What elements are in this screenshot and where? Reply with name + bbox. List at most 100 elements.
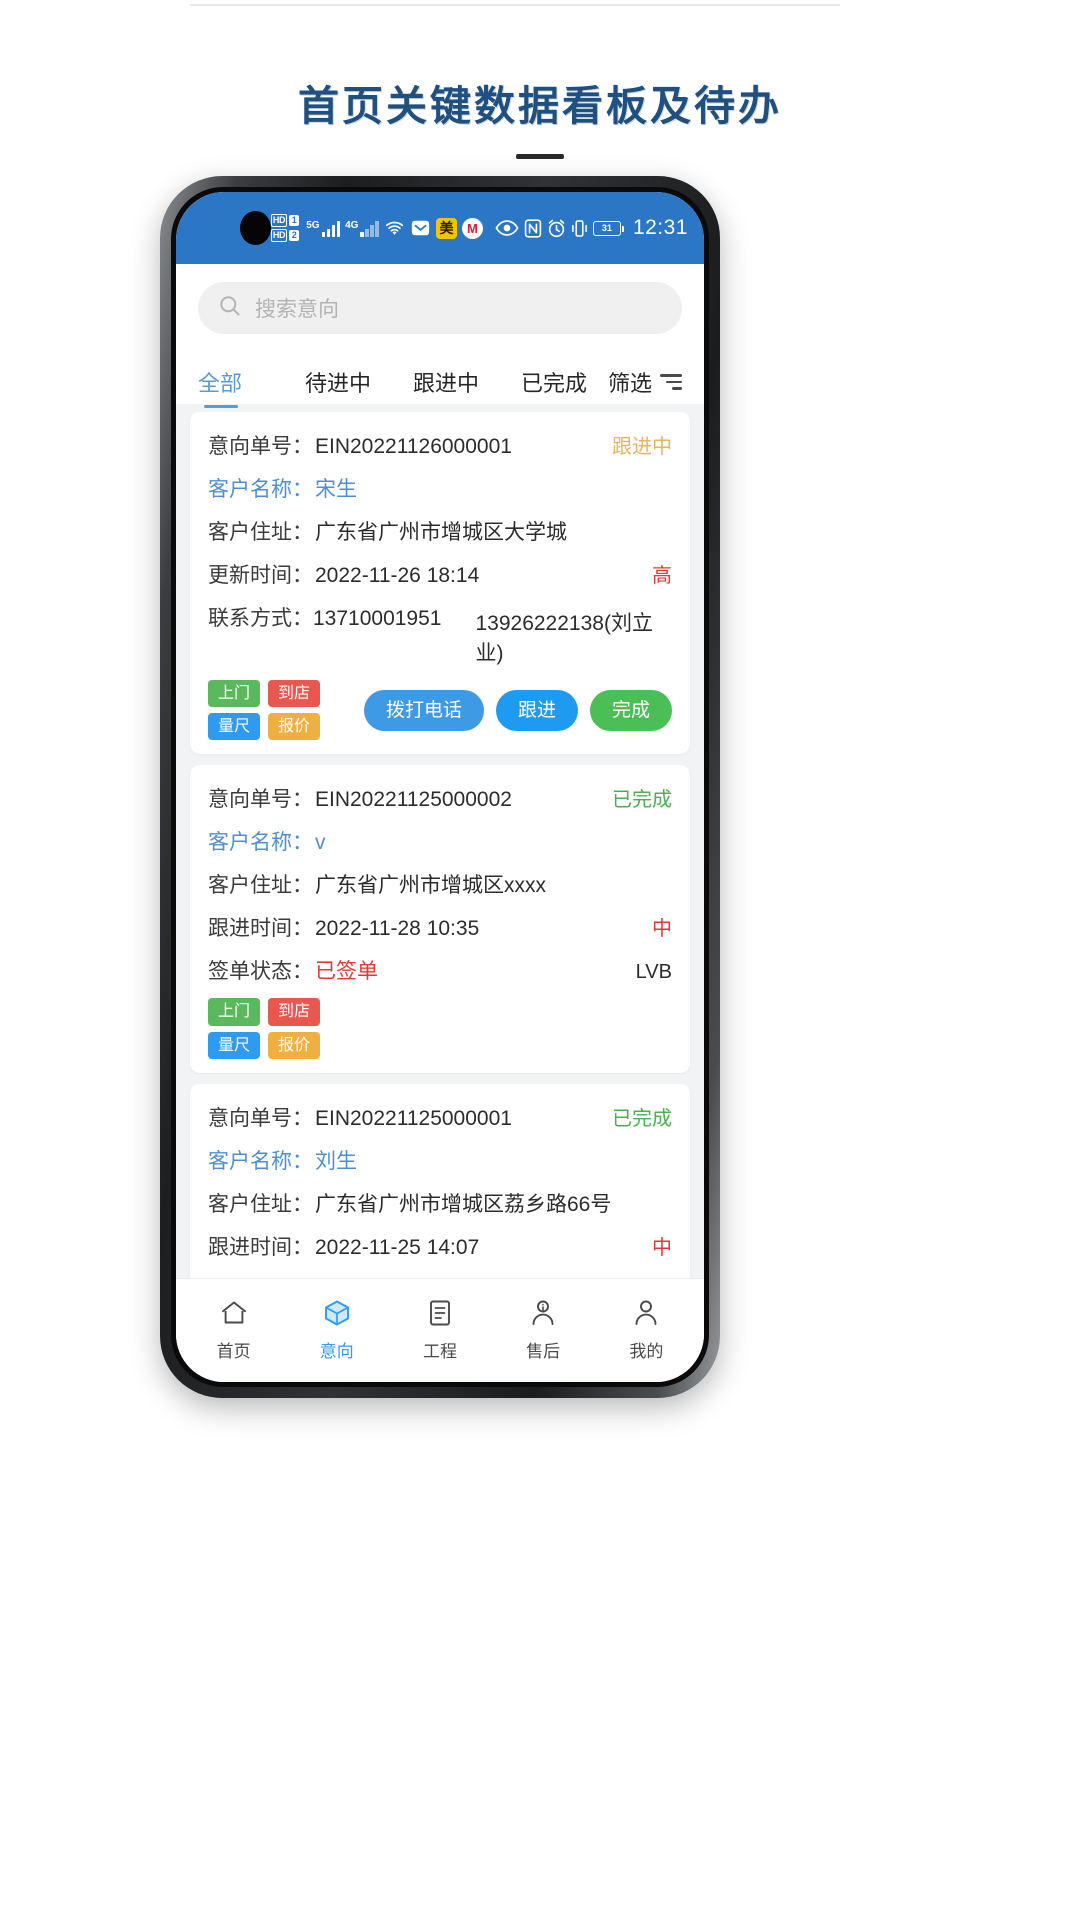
cube-icon	[320, 1296, 354, 1330]
sim-2-icon: 2	[289, 230, 300, 241]
title-underline	[516, 154, 564, 159]
customer-name-value: 刘生	[315, 1149, 357, 1173]
tab-pending[interactable]: 待进中	[284, 358, 392, 404]
tab-completed[interactable]: 已完成	[500, 358, 608, 404]
follow-time-label: 跟进时间：	[208, 1235, 313, 1259]
search-input[interactable]: 搜索意向	[198, 282, 682, 334]
status-badge: 已完成	[612, 1107, 672, 1130]
search-icon	[218, 294, 242, 323]
document-icon	[423, 1296, 457, 1330]
customer-name-value: 宋生	[315, 478, 357, 501]
follow-time-value: 2022-11-25 14:07	[315, 1235, 480, 1259]
status-bar-icons: HD 1 HD 2 5G 4G 美 M 31 12:31	[270, 214, 688, 242]
customer-name-label: 客户名称：	[208, 1149, 313, 1173]
order-label: 意向单号：	[208, 1106, 313, 1130]
sim-1-icon: 1	[289, 215, 300, 226]
customer-address-label: 客户住址：	[208, 1192, 313, 1216]
complete-button[interactable]: 完成	[589, 689, 672, 731]
order-row: 意向单号： EIN20221126000001 跟进中	[208, 430, 672, 460]
customer-name-row: 客户名称： 宋生	[208, 473, 672, 503]
customer-address-label: 客户住址：	[208, 874, 313, 898]
tag-quote[interactable]: 报价	[268, 1031, 321, 1059]
person-info-icon	[526, 1296, 560, 1330]
signal-bars-icon-1	[321, 220, 341, 237]
home-icon	[217, 1296, 251, 1330]
customer-address-value: 广东省广州市增城区xxxx	[315, 874, 546, 898]
nfc-icon	[524, 218, 542, 238]
nav-item-mine[interactable]: 我的	[595, 1296, 698, 1362]
priority-badge: 高	[652, 565, 672, 587]
nav-item-project[interactable]: 工程	[388, 1296, 491, 1362]
order-label: 意向单号：	[208, 435, 313, 458]
battery-icon: 31	[592, 220, 624, 236]
camera-punch-hole-icon	[240, 211, 271, 245]
status-bar-clock: 12:31	[632, 216, 688, 239]
tag-onsite[interactable]: 上门	[208, 680, 261, 708]
follow-button[interactable]: 跟进	[495, 689, 578, 731]
nav-label-intention: 意向	[319, 1341, 354, 1361]
hd-icon-2: HD	[270, 229, 288, 242]
nav-label-home: 首页	[216, 1341, 251, 1361]
signal-bars-icon-2	[360, 220, 379, 237]
nav-label-project: 工程	[422, 1341, 457, 1361]
tab-bar: 全部 待进中 跟进中 已完成 筛选	[176, 348, 704, 408]
contact-row: 联系方式： 13710001951 13926222138(刘立业)	[208, 602, 672, 667]
customer-address-value: 广东省广州市增城区荔乡路66号	[315, 1192, 612, 1216]
hd-icon-1: HD	[270, 214, 288, 227]
filter-button[interactable]: 筛选	[608, 358, 683, 404]
customer-address-row: 客户住址： 广东省广州市增城区荔乡路66号	[208, 1188, 672, 1218]
status-bar: HD 1 HD 2 5G 4G 美 M 31 12:31	[176, 192, 704, 264]
intention-card[interactable]: 意向单号： EIN20221125000001 已完成 客户名称： 刘生 客户住…	[190, 1083, 690, 1278]
tag-onsite[interactable]: 上门	[208, 998, 261, 1026]
intention-card[interactable]: 意向单号： EIN20221125000002 已完成 客户名称： v 客户住址…	[190, 765, 690, 1073]
intention-card[interactable]: 意向单号： EIN20221126000001 跟进中 客户名称： 宋生 客户住…	[190, 412, 690, 755]
contact-label: 联系方式：	[208, 607, 313, 630]
nav-item-intention[interactable]: 意向	[285, 1296, 388, 1362]
vibrate-icon	[571, 219, 588, 238]
tab-all[interactable]: 全部	[198, 358, 284, 408]
status-badge: 跟进中	[612, 436, 672, 458]
customer-address-value: 广东省广州市增城区大学城	[315, 521, 567, 544]
filter-label: 筛选	[608, 371, 653, 396]
bottom-navigation: 首页 意向 工程 售后 我的	[176, 1278, 704, 1382]
contact-phone-1[interactable]: 13710001951	[313, 607, 441, 667]
headline-block: 首页关键数据看板及待办	[0, 72, 1080, 159]
order-value: EIN20221125000002	[315, 788, 512, 812]
contact-phone-2[interactable]: 13926222138(刘立业)	[475, 607, 672, 667]
update-time-value: 2022-11-26 18:14	[315, 564, 480, 587]
tag-measure[interactable]: 量尺	[208, 713, 261, 741]
nav-item-home[interactable]: 首页	[182, 1296, 285, 1362]
follow-time-row: 跟进时间： 2022-11-25 14:07 中	[208, 1231, 672, 1261]
order-value: EIN20221125000001	[315, 1106, 512, 1130]
intention-list[interactable]: 意向单号： EIN20221126000001 跟进中 客户名称： 宋生 客户住…	[176, 404, 704, 1278]
action-buttons: 拨打电话 跟进 完成	[363, 689, 672, 731]
follow-time-value: 2022-11-28 10:35	[315, 917, 480, 941]
update-time-label: 更新时间：	[208, 564, 313, 587]
notification-app-icon: M	[461, 217, 483, 239]
contact-values: 13710001951 13926222138(刘立业)	[313, 607, 672, 667]
filter-icon	[660, 374, 683, 390]
update-time-row: 更新时间： 2022-11-26 18:14 高	[208, 559, 672, 589]
phone-screen: HD 1 HD 2 5G 4G 美 M 31 12:31 搜索意向 全部 待进中…	[176, 192, 704, 1382]
tag-instore[interactable]: 到店	[268, 998, 321, 1026]
wifi-icon	[384, 220, 405, 237]
tag-instore[interactable]: 到店	[268, 680, 321, 708]
phone-frame: HD 1 HD 2 5G 4G 美 M 31 12:31 搜索意向 全部 待进中…	[160, 176, 720, 1398]
follow-time-label: 跟进时间：	[208, 917, 313, 941]
customer-name-label: 客户名称：	[208, 831, 313, 855]
alarm-clock-icon	[547, 219, 566, 238]
tag-measure[interactable]: 量尺	[208, 1031, 261, 1059]
search-placeholder: 搜索意向	[255, 298, 339, 321]
order-row: 意向单号： EIN20221125000001 已完成	[208, 1102, 672, 1132]
tag-group: 上门 到店 量尺 报价	[208, 680, 321, 741]
meituan-app-icon: 美	[435, 217, 457, 239]
eye-icon	[495, 219, 519, 237]
order-row: 意向单号： EIN20221125000002 已完成	[208, 783, 672, 813]
tag-quote[interactable]: 报价	[268, 713, 321, 741]
tab-following[interactable]: 跟进中	[392, 358, 500, 404]
customer-address-label: 客户住址：	[208, 521, 313, 544]
nav-item-aftersales[interactable]: 售后	[492, 1296, 595, 1362]
call-button[interactable]: 拨打电话	[363, 689, 484, 731]
follow-time-row: 跟进时间： 2022-11-28 10:35 中	[208, 912, 672, 942]
customer-name-row: 客户名称： v	[208, 826, 672, 856]
